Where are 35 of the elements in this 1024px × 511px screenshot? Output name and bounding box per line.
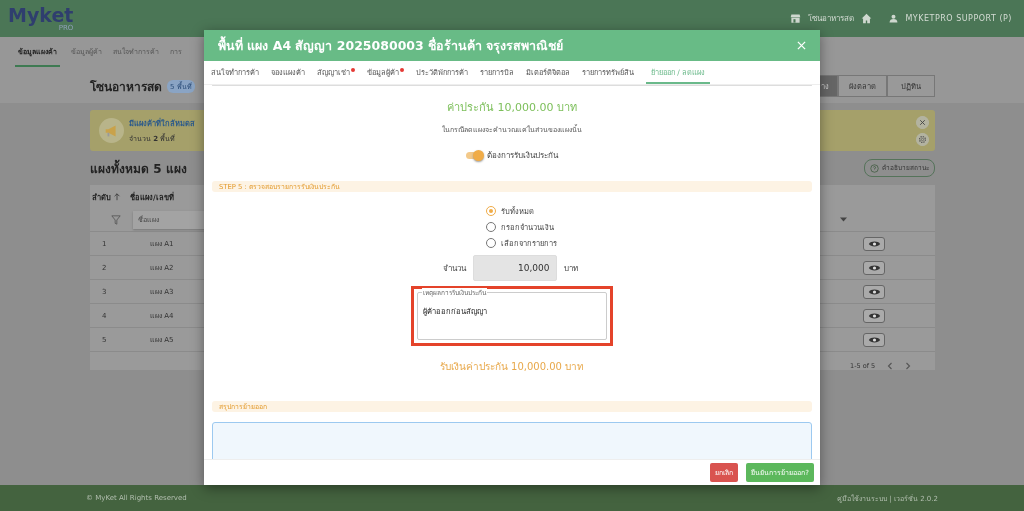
eye-icon (867, 287, 881, 296)
view-button[interactable] (863, 284, 885, 299)
user-menu[interactable]: MYKETPRO SUPPORT (P) (905, 14, 1012, 23)
view-button[interactable] (863, 332, 885, 347)
eye-icon (867, 335, 881, 344)
store-icon (790, 13, 802, 24)
logo-text: Myket (8, 5, 74, 25)
view-button[interactable] (863, 260, 885, 275)
deposit-amount: ค่าประกัน 10,000.00 บาท (447, 100, 577, 116)
refund-total: รับเงินค่าประกัน 10,000.00 บาท (439, 360, 585, 374)
eye-icon (867, 263, 881, 272)
page-title: โซนอาหารสด (90, 78, 162, 96)
view-button[interactable] (863, 308, 885, 323)
person-icon (889, 14, 899, 23)
megaphone-icon (99, 118, 124, 143)
refund-toggle[interactable] (466, 152, 482, 159)
eye-icon (867, 239, 881, 248)
section-title: แผงทั้งหมด 5 แผง (90, 158, 188, 178)
close-icon[interactable] (797, 41, 806, 50)
eye-icon (867, 311, 881, 320)
currency-label: บาท (563, 262, 578, 275)
sort-arrow-icon (113, 192, 121, 201)
settings-icon[interactable] (916, 132, 929, 146)
zone-link[interactable]: โซนอาหารสด (808, 12, 855, 25)
view-button[interactable] (863, 236, 885, 251)
chevron-left-icon[interactable] (887, 362, 894, 370)
help-icon (870, 163, 879, 173)
home-icon[interactable] (861, 13, 873, 24)
close-icon[interactable] (916, 115, 929, 129)
modal-title: พื้นที่ แผง A4 สัญญา 2025080003 ชื่อร้านค้า จรุงรสพาณิชย์ (218, 35, 564, 56)
amount-label: จำนวน (442, 262, 466, 275)
chevron-right-icon[interactable] (905, 362, 912, 370)
toggle-label: ต้องการรับเงินประกัน (487, 150, 558, 162)
amount-field[interactable]: 10,000 (472, 255, 557, 281)
caret-icon[interactable] (840, 217, 847, 222)
